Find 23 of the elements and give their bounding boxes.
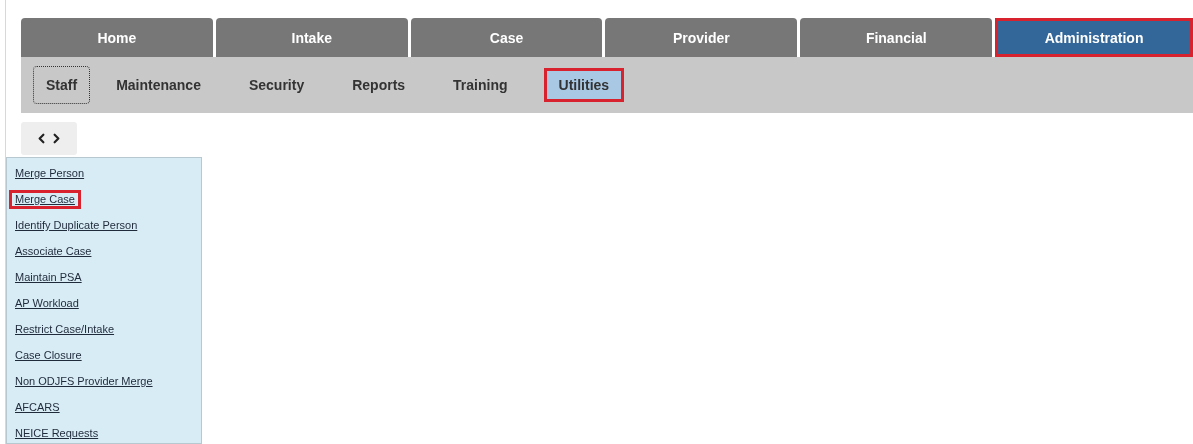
sub-tab[interactable]: Training xyxy=(431,66,530,104)
main-tab[interactable]: Intake xyxy=(215,18,408,57)
sub-tab[interactable]: Security xyxy=(226,66,327,104)
sidebar-link[interactable]: Merge Person xyxy=(9,164,91,183)
sub-tab[interactable]: Utilities xyxy=(543,68,625,102)
sidebar-link[interactable]: Identify Duplicate Person xyxy=(9,216,144,235)
sub-tab[interactable]: Maintenance xyxy=(94,66,223,104)
sidebar-link[interactable]: Case Closure xyxy=(9,346,88,365)
sidebar-link[interactable]: AP Workload xyxy=(9,294,85,313)
sidebar-link[interactable]: Associate Case xyxy=(9,242,98,261)
sidebar-link[interactable]: Non ODJFS Provider Merge xyxy=(9,372,159,391)
sidebar-link[interactable]: AFCARS xyxy=(9,398,66,417)
sidebar-link[interactable]: Maintain PSA xyxy=(9,268,88,287)
sidebar-link[interactable]: Restrict Case/Intake xyxy=(9,320,121,339)
collapse-toggle-button[interactable] xyxy=(21,122,77,155)
main-tab[interactable]: Case xyxy=(410,18,603,57)
sidebar-link[interactable]: Merge Case xyxy=(9,190,81,209)
main-tab[interactable]: Home xyxy=(21,18,213,57)
sub-tab[interactable]: Reports xyxy=(330,66,428,104)
sidebar-link[interactable]: NEICE Requests xyxy=(9,424,105,443)
main-tab[interactable]: Financial xyxy=(800,18,993,57)
main-tab[interactable]: Provider xyxy=(605,18,798,57)
main-tab[interactable]: Administration xyxy=(995,18,1193,57)
